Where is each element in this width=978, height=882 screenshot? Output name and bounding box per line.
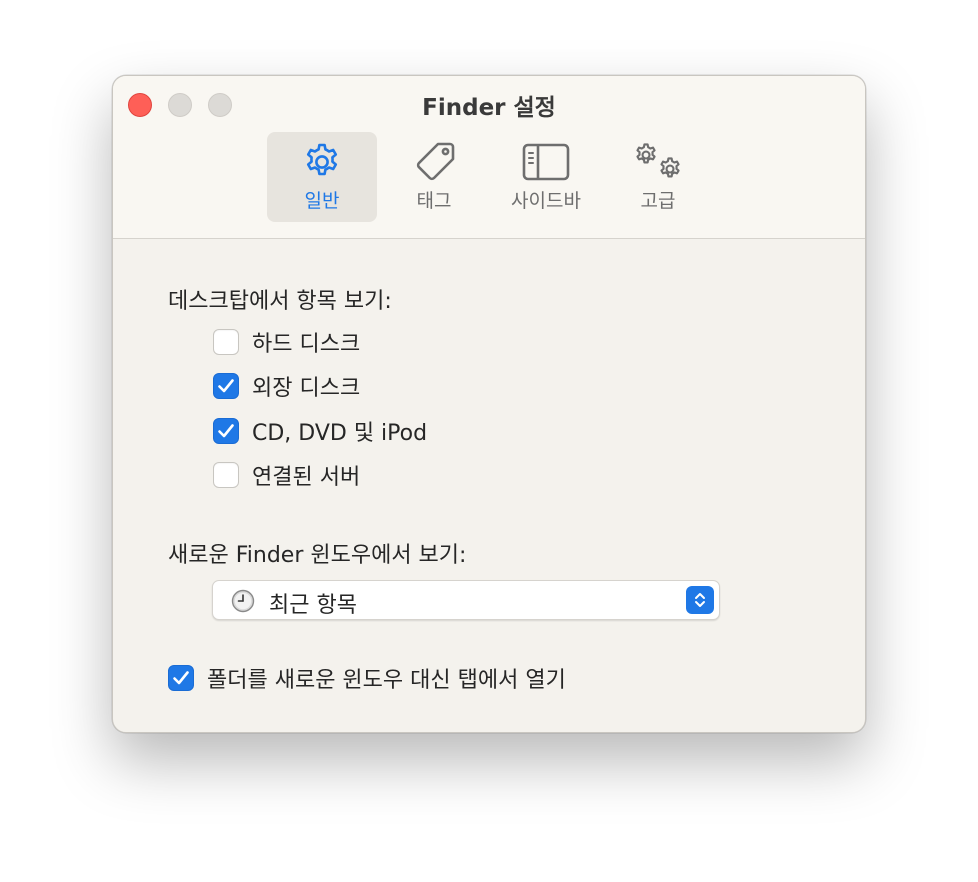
open-in-tabs-checkbox-row[interactable]: 폴더를 새로운 윈도우 대신 탭에서 열기 (168, 663, 566, 693)
external-disks-checkbox[interactable] (213, 373, 239, 399)
gear-icon (267, 140, 377, 184)
hard-disks-checkbox[interactable] (213, 329, 239, 355)
new-window-label: 새로운 Finder 윈도우에서 보기: (168, 543, 467, 568)
checkmark-icon (173, 671, 189, 685)
chevron-updown-icon[interactable] (686, 586, 714, 614)
tab-advanced[interactable]: 고급 (603, 132, 713, 222)
checkbox-label: 하드 디스크 (252, 332, 361, 357)
general-pane: 데스크탑에서 항목 보기: 하드 디스크 외장 디스크 CD, DVD 및 iP… (113, 239, 865, 732)
tab-label: 사이드바 (511, 190, 581, 212)
tab-tags[interactable]: 태그 (379, 132, 489, 222)
checkbox-label: 연결된 서버 (252, 465, 361, 490)
checkbox-label: 외장 디스크 (252, 376, 361, 401)
checkmark-icon (218, 424, 234, 438)
connected-servers-checkbox[interactable] (213, 462, 239, 488)
tag-icon (379, 140, 489, 184)
tab-label: 태그 (416, 190, 452, 212)
gears-icon (603, 140, 713, 184)
checkbox-label: 폴더를 새로운 윈도우 대신 탭에서 열기 (207, 668, 566, 693)
checkmark-icon (218, 379, 234, 393)
external-disks-checkbox-row[interactable]: 외장 디스크 (213, 371, 360, 401)
window-title: Finder 설정 (422, 95, 556, 121)
sidebar-icon (491, 140, 601, 184)
titlebar: Finder 설정 일반 태그 사이드바 고급 (113, 76, 865, 239)
tab-sidebar[interactable]: 사이드바 (491, 132, 601, 222)
desktop-items-label: 데스크탑에서 항목 보기: (168, 289, 392, 314)
cd-dvd-ipod-checkbox[interactable] (213, 418, 239, 444)
hard-disks-checkbox-row[interactable]: 하드 디스크 (213, 327, 360, 357)
select-value: 최근 항목 (269, 593, 357, 618)
tab-label: 일반 (304, 190, 340, 212)
cd-dvd-ipod-checkbox-row[interactable]: CD, DVD 및 iPod (213, 416, 427, 446)
open-in-tabs-checkbox[interactable] (168, 665, 194, 691)
new-window-target-select[interactable]: 최근 항목 (212, 580, 720, 620)
checkbox-label: CD, DVD 및 iPod (252, 421, 428, 446)
connected-servers-checkbox-row[interactable]: 연결된 서버 (213, 460, 360, 490)
tab-general[interactable]: 일반 (267, 132, 377, 222)
clock-icon (231, 589, 255, 617)
tab-label: 고급 (640, 190, 676, 212)
finder-settings-window: Finder 설정 일반 태그 사이드바 고급 데스크탑에서 항목 보기: 하드… (112, 75, 866, 733)
